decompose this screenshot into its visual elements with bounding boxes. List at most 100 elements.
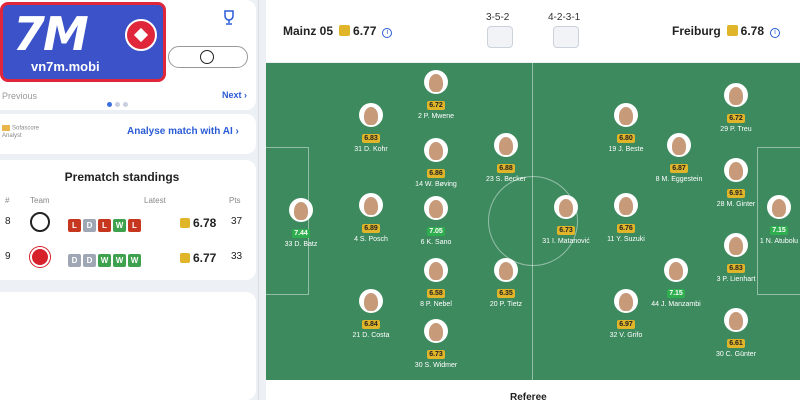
- watermark-site: vn7m.mobi: [31, 59, 100, 74]
- analyst-card[interactable]: Sofascore Analyst Analyse match with AI …: [0, 114, 256, 154]
- player-marker[interactable]: 6.86 14 W. Bøving: [401, 138, 471, 188]
- player-rating: 6.88: [497, 164, 515, 173]
- form-badge: W: [113, 219, 126, 232]
- player-avatar: [614, 289, 638, 313]
- player-avatar: [359, 289, 383, 313]
- player-avatar: [554, 195, 578, 219]
- home-shirt-icon: [487, 26, 513, 48]
- team-rating: 6.78: [180, 216, 216, 230]
- player-name: 8 P. Nebel: [420, 301, 452, 308]
- referee-bar: Referee: [266, 380, 800, 400]
- player-marker[interactable]: 6.72 29 P. Treu: [701, 83, 771, 133]
- info-icon[interactable]: i: [382, 28, 393, 38]
- form-badge: D: [68, 254, 81, 267]
- header-latest: Latest: [144, 196, 166, 205]
- player-rating: 6.86: [427, 169, 445, 178]
- player-rating: 6.84: [362, 320, 380, 329]
- player-marker[interactable]: 6.97 32 V. Grifo: [591, 289, 661, 339]
- player-name: 23 S. Becker: [485, 176, 527, 183]
- panel-divider: [258, 0, 259, 400]
- player-marker[interactable]: 6.89 4 S. Posch: [336, 193, 406, 243]
- player-marker[interactable]: 6.61 30 C. Günter: [701, 308, 771, 358]
- player-name: 2 P. Mwene: [417, 113, 455, 120]
- player-avatar: [494, 258, 518, 282]
- standings-card: Prematch standings # Team Latest Pts 8 L…: [0, 160, 256, 280]
- home-team-rating: 6.77: [353, 24, 377, 38]
- row-pos: 9: [5, 251, 11, 262]
- carousel-dot[interactable]: [107, 102, 112, 107]
- carousel-dots: [107, 94, 131, 112]
- player-rating: 7.15: [667, 289, 685, 298]
- previous-button[interactable]: Previous: [2, 91, 37, 101]
- player-marker[interactable]: 7.05 6 K. Sano: [401, 196, 471, 246]
- standings-title: Prematch standings: [64, 170, 180, 184]
- player-avatar: [664, 258, 688, 282]
- empty-card: [0, 292, 256, 400]
- form-badge: D: [83, 254, 96, 267]
- player-marker[interactable]: 6.35 20 P. Tietz: [471, 258, 541, 308]
- player-rating: 6.80: [617, 134, 635, 143]
- analyst-logo-line1: Sofascore: [12, 125, 40, 132]
- freiburg-crest-icon: [200, 50, 214, 64]
- away-team-rating: 6.78: [740, 24, 765, 38]
- player-marker[interactable]: 6.58 8 P. Nebel: [401, 258, 471, 308]
- analyse-match-link[interactable]: Analyse match with AI ›: [127, 126, 239, 137]
- home-team-header[interactable]: Mainz 05 6.77 i: [283, 24, 393, 38]
- carousel-dot[interactable]: [123, 102, 128, 107]
- standings-row[interactable]: 8 LDLWL 6.78 37: [0, 211, 256, 233]
- player-avatar: [667, 133, 691, 157]
- player-marker[interactable]: 6.72 2 P. Mwene: [401, 70, 471, 120]
- form-badges: DDWWW: [68, 250, 143, 268]
- player-avatar: [724, 308, 748, 332]
- player-marker[interactable]: 6.88 23 S. Becker: [471, 133, 541, 183]
- player-name: 29 P. Treu: [720, 126, 752, 133]
- player-name: 11 Y. Suzuki: [607, 236, 645, 243]
- player-rating: 6.83: [727, 264, 745, 273]
- form-badge: L: [128, 219, 141, 232]
- info-icon[interactable]: i: [770, 28, 781, 38]
- player-rating: 6.76: [617, 224, 635, 233]
- player-rating: 6.72: [427, 101, 445, 110]
- player-name: 33 D. Batz: [284, 241, 318, 248]
- player-avatar: [767, 195, 791, 219]
- player-rating: 7.05: [427, 227, 445, 236]
- trophy-icon[interactable]: [222, 10, 236, 26]
- player-rating: 6.58: [427, 289, 445, 298]
- standings-row[interactable]: 9 DDWWW 6.77 33: [0, 246, 256, 268]
- player-name: 30 C. Günter: [715, 351, 757, 358]
- player-avatar: [614, 103, 638, 127]
- away-team-header[interactable]: Freiburg 6.78 i: [672, 24, 781, 38]
- player-name: 14 W. Bøving: [415, 181, 457, 188]
- player-name: 4 S. Posch: [354, 236, 388, 243]
- player-rating: 7.44: [292, 229, 310, 238]
- watermark-logo: 7M vn7m.mobi: [0, 2, 166, 82]
- player-marker[interactable]: 7.15 1 N. Atubolu: [744, 195, 800, 245]
- team-points: 37: [231, 216, 243, 227]
- form-badge: D: [83, 219, 96, 232]
- soccer-ball-icon: [125, 19, 157, 51]
- watermark-logo-text: 7M: [13, 7, 89, 61]
- player-marker[interactable]: 7.44 33 D. Batz: [266, 198, 336, 248]
- home-formation: 3-5-2: [486, 12, 510, 23]
- player-marker[interactable]: 6.84 21 D. Costa: [336, 289, 406, 339]
- player-avatar: [494, 133, 518, 157]
- away-formation: 4-2-3-1: [548, 12, 581, 23]
- team-points: 33: [231, 251, 243, 262]
- header-team: Team: [30, 196, 50, 205]
- header-pos: #: [5, 196, 10, 205]
- player-avatar: [424, 258, 448, 282]
- player-avatar: [614, 193, 638, 217]
- player-avatar: [424, 196, 448, 220]
- player-rating: 6.73: [427, 350, 445, 359]
- team-toggle-freiburg[interactable]: [168, 46, 248, 68]
- player-marker[interactable]: 6.83 31 D. Kohr: [336, 103, 406, 153]
- player-rating: 6.35: [497, 289, 515, 298]
- home-team-name: Mainz 05: [283, 24, 334, 38]
- player-avatar: [724, 83, 748, 107]
- player-marker[interactable]: 6.76 11 Y. Suzuki: [591, 193, 661, 243]
- player-avatar: [359, 103, 383, 127]
- freiburg-crest-icon: [30, 212, 50, 232]
- player-marker[interactable]: 6.73 30 S. Widmer: [401, 319, 471, 369]
- carousel-dot[interactable]: [115, 102, 120, 107]
- next-button[interactable]: Next ›: [222, 90, 247, 100]
